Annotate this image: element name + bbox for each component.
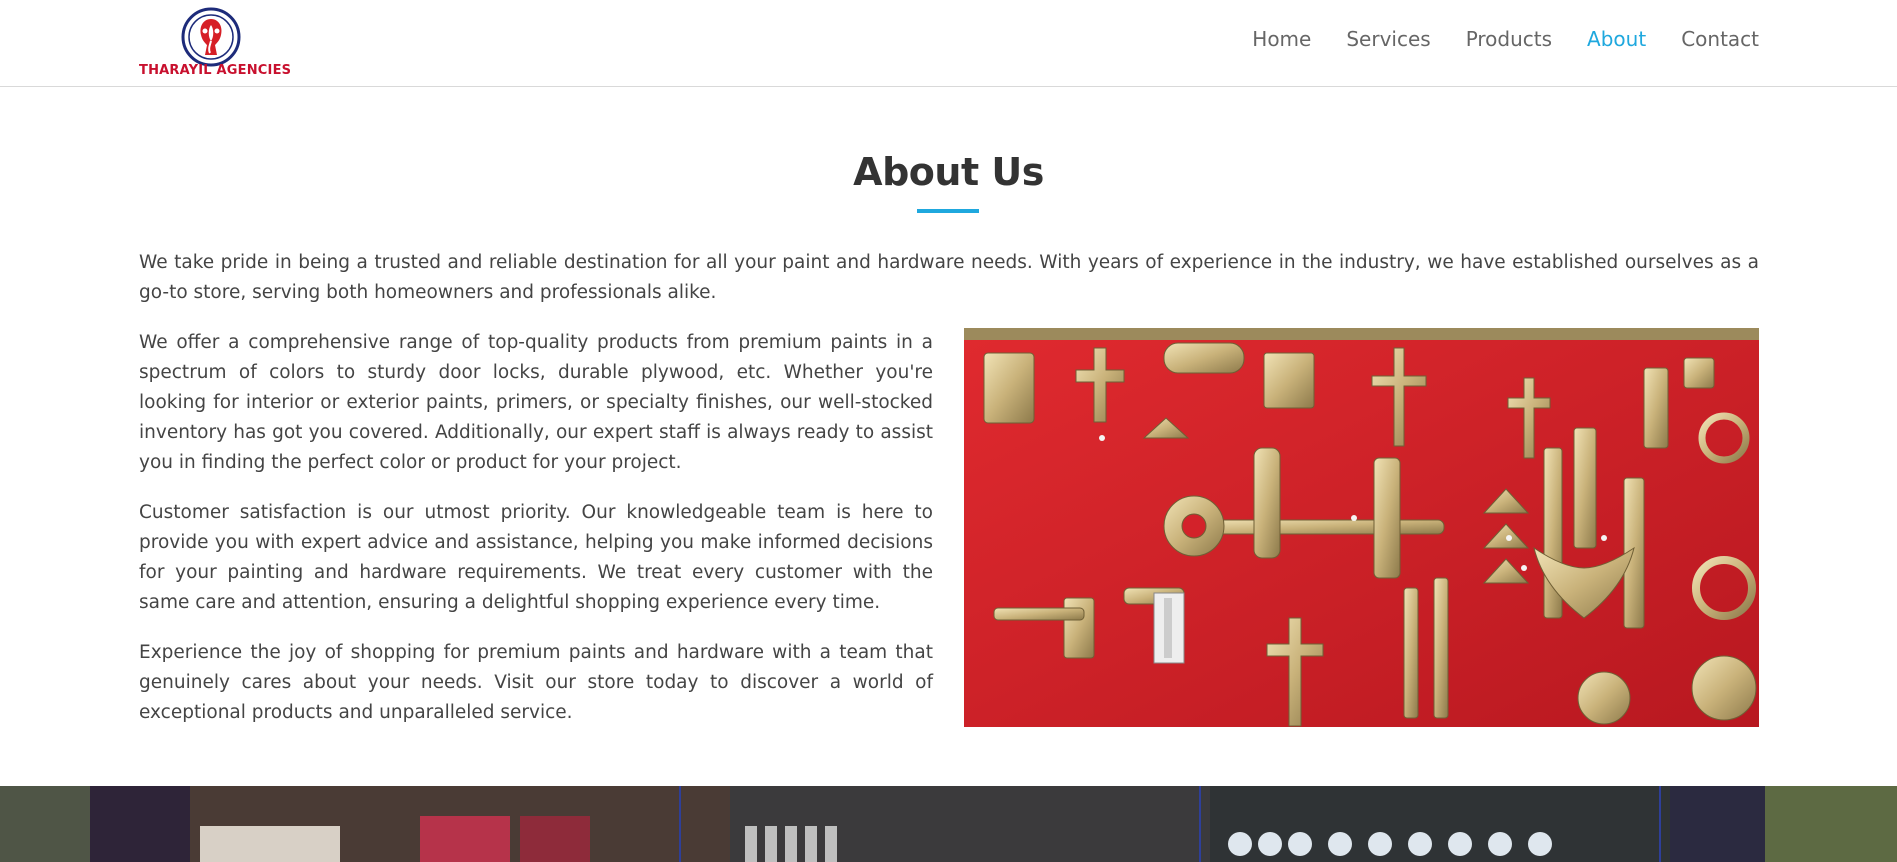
nav-about[interactable]: About (1587, 26, 1646, 52)
brass-hardware-display-image (964, 328, 1759, 727)
title-underline (917, 209, 979, 213)
nav-services[interactable]: Services (1346, 26, 1430, 52)
main-nav: Home Services Products About Contact (1252, 26, 1759, 52)
site-logo[interactable]: THARAYIL AGENCIES (139, 7, 292, 79)
hardware-illustration (964, 328, 1759, 727)
about-paragraph-products: We offer a comprehensive range of top-qu… (139, 332, 933, 473)
store-illustration (0, 786, 1897, 862)
about-paragraph-satisfaction: Customer satisfaction is our utmost prio… (139, 502, 933, 613)
about-intro: We take pride in being a trusted and rel… (139, 252, 1759, 303)
site-header: THARAYIL AGENCIES Home Services Products… (0, 0, 1897, 87)
about-paragraph-experience: Experience the joy of shopping for premi… (139, 642, 933, 723)
nav-contact[interactable]: Contact (1681, 26, 1759, 52)
ganesha-emblem-icon (181, 7, 241, 67)
paint-store-shelves-image (0, 786, 1897, 862)
nav-products[interactable]: Products (1466, 26, 1552, 52)
page-title: About Us (853, 150, 1044, 194)
nav-home[interactable]: Home (1252, 26, 1311, 52)
logo-text: THARAYIL AGENCIES (139, 63, 292, 78)
